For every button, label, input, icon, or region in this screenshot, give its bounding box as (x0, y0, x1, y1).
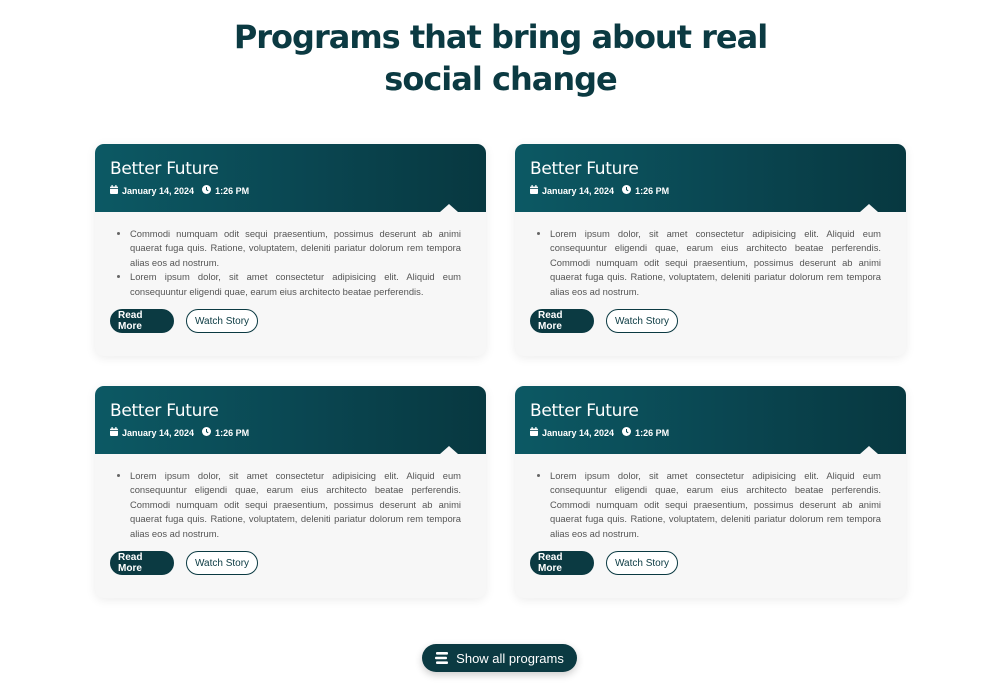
card-bullet: Lorem ipsum dolor, sit amet consectetur … (550, 469, 881, 541)
card-date: January 14, 2024 (542, 427, 615, 438)
clock-icon (622, 185, 632, 196)
card-date: January 14, 2024 (542, 185, 615, 196)
card-body: Lorem ipsum dolor, sit amet consectetur … (515, 212, 906, 299)
card-time: 1:26 PM (215, 427, 250, 438)
watch-story-button[interactable]: Watch Story (186, 309, 258, 333)
card-header: Better Future January 14, 2024 1:26 PM (95, 144, 486, 212)
show-all-programs-button[interactable]: Show all programs (422, 644, 577, 672)
calendar-icon (110, 185, 118, 196)
card-title: Better Future (110, 159, 219, 179)
program-card: Better Future January 14, 2024 1:26 PM L… (95, 386, 486, 598)
show-all-programs-label: Show all programs (456, 650, 564, 666)
card-body: Commodi numquam odit sequi praesentium, … (95, 212, 486, 299)
card-title: Better Future (530, 401, 639, 421)
section-heading-line-2: social change (384, 60, 617, 98)
card-actions: Read More Watch Story (530, 309, 690, 333)
card-bullet-list: Lorem ipsum dolor, sit amet consectetur … (550, 227, 881, 299)
clock-icon (622, 427, 632, 438)
program-card: Better Future January 14, 2024 1:26 PM C… (95, 144, 486, 356)
card-bullet: Lorem ipsum dolor, sit amet consectetur … (130, 270, 461, 299)
section-heading-line-1: Programs that bring about real (233, 18, 768, 56)
program-card: Better Future January 14, 2024 1:26 PM L… (515, 144, 906, 356)
card-bullet-list: Lorem ipsum dolor, sit amet consectetur … (130, 469, 461, 541)
card-actions: Read More Watch Story (530, 551, 690, 575)
read-more-button[interactable]: Read More (530, 309, 594, 333)
read-more-button[interactable]: Read More (530, 551, 594, 575)
card-meta: January 14, 2024 1:26 PM (530, 185, 892, 196)
read-more-button[interactable]: Read More (110, 309, 174, 333)
card-header: Better Future January 14, 2024 1:26 PM (95, 386, 486, 454)
card-header: Better Future January 14, 2024 1:26 PM (515, 144, 906, 212)
card-date: January 14, 2024 (122, 427, 195, 438)
card-actions: Read More Watch Story (110, 309, 270, 333)
calendar-icon (530, 185, 538, 196)
card-time: 1:26 PM (635, 427, 670, 438)
read-more-button[interactable]: Read More (110, 551, 174, 575)
card-body: Lorem ipsum dolor, sit amet consectetur … (515, 454, 906, 541)
watch-story-button[interactable]: Watch Story (606, 551, 678, 575)
card-meta: January 14, 2024 1:26 PM (110, 427, 472, 438)
card-time: 1:26 PM (635, 185, 670, 196)
card-title: Better Future (110, 401, 219, 421)
clock-icon (202, 185, 212, 196)
card-meta: January 14, 2024 1:26 PM (530, 427, 892, 438)
section-heading: Programs that bring about real social ch… (0, 16, 1001, 100)
card-title: Better Future (530, 159, 639, 179)
card-date: January 14, 2024 (122, 185, 195, 196)
watch-story-button[interactable]: Watch Story (186, 551, 258, 575)
card-header: Better Future January 14, 2024 1:26 PM (515, 386, 906, 454)
card-bullet-list: Commodi numquam odit sequi praesentium, … (130, 227, 461, 299)
card-time: 1:26 PM (215, 185, 250, 196)
card-bullet: Lorem ipsum dolor, sit amet consectetur … (130, 469, 461, 541)
card-bullet-list: Lorem ipsum dolor, sit amet consectetur … (550, 469, 881, 541)
program-card: Better Future January 14, 2024 1:26 PM L… (515, 386, 906, 598)
card-bullet: Commodi numquam odit sequi praesentium, … (130, 227, 461, 270)
clock-icon (202, 427, 212, 438)
card-bullet: Lorem ipsum dolor, sit amet consectetur … (550, 227, 881, 299)
watch-story-button[interactable]: Watch Story (606, 309, 678, 333)
calendar-icon (530, 427, 538, 438)
card-body: Lorem ipsum dolor, sit amet consectetur … (95, 454, 486, 541)
calendar-icon (110, 427, 118, 438)
list-icon (435, 652, 449, 664)
card-meta: January 14, 2024 1:26 PM (110, 185, 472, 196)
card-actions: Read More Watch Story (110, 551, 270, 575)
